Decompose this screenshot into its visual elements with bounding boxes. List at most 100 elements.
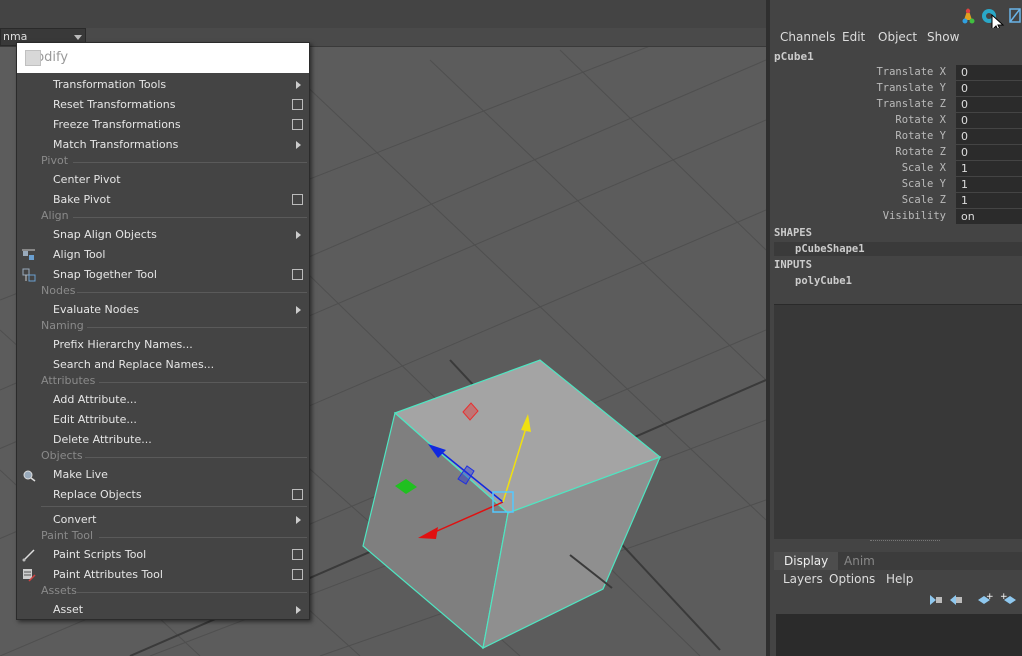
menu-item-label: Delete Attribute... (53, 433, 152, 446)
menu-item-label: Align Tool (53, 248, 106, 261)
tab-display[interactable]: Display (774, 552, 839, 570)
menu-item-align-tool[interactable]: Align Tool (17, 245, 309, 265)
input-name[interactable]: polyCube1 (795, 275, 852, 287)
menu-item-freeze-transformations[interactable]: Freeze Transformations (17, 115, 309, 135)
menu-options[interactable]: Options (829, 572, 875, 586)
menu-item-label: Snap Together Tool (53, 268, 157, 281)
menu-item-asset[interactable]: Asset (17, 600, 309, 620)
make-live-icon (23, 470, 36, 482)
menu-layers[interactable]: Layers (783, 572, 823, 586)
shape-name[interactable]: pCubeShape1 (795, 243, 865, 255)
section-label: Paint Tool (41, 529, 94, 542)
option-box-icon[interactable] (292, 269, 303, 280)
menu-item-make-live[interactable]: Make Live (17, 465, 309, 485)
attr-value[interactable]: 0 (956, 129, 1022, 144)
submenu-arrow-icon (296, 606, 301, 614)
menu-show[interactable]: Show (927, 30, 959, 44)
tear-off-icon[interactable] (25, 50, 41, 66)
attr-value[interactable]: on (956, 209, 1022, 224)
menu-item-search-replace-names[interactable]: Search and Replace Names... (17, 355, 309, 375)
menu-item-match-transformations[interactable]: Match Transformations (17, 135, 309, 155)
menu-item-delete-attribute[interactable]: Delete Attribute... (17, 430, 309, 450)
attr-scale-z[interactable]: Scale Z 1 (770, 193, 1022, 209)
attr-label: Scale X (901, 162, 946, 174)
menu-item-prefix-hierarchy-names[interactable]: Prefix Hierarchy Names... (17, 335, 309, 355)
menu-item-label: Match Transformations (53, 138, 179, 151)
channel-box-icon[interactable] (1009, 8, 1021, 23)
menu-item-evaluate-nodes[interactable]: Evaluate Nodes (17, 300, 309, 320)
menu-channels[interactable]: Channels (780, 30, 836, 44)
attr-visibility[interactable]: Visibility on (770, 209, 1022, 225)
attr-value[interactable]: 1 (956, 177, 1022, 192)
attr-translate-x[interactable]: Translate X 0 (770, 65, 1022, 81)
inputs-header: INPUTS (774, 259, 812, 271)
new-empty-layer-icon[interactable]: + (978, 592, 994, 604)
attr-translate-z[interactable]: Translate Z 0 (770, 97, 1022, 113)
submenu-arrow-icon (296, 81, 301, 89)
attr-value[interactable]: 1 (956, 193, 1022, 208)
option-box-icon[interactable] (292, 489, 303, 500)
submenu-arrow-icon (296, 516, 301, 524)
attr-rotate-z[interactable]: Rotate Z 0 (770, 145, 1022, 161)
section-assets: Assets (41, 584, 309, 599)
menu-item-replace-objects[interactable]: Replace Objects (17, 485, 309, 505)
attr-value[interactable]: 1 (956, 161, 1022, 176)
option-box-icon[interactable] (292, 549, 303, 560)
modify-menu: Modify Transformation Tools Reset Transf… (16, 42, 310, 620)
move-layer-down-icon[interactable] (950, 595, 962, 605)
menu-item-paint-scripts-tool[interactable]: Paint Scripts Tool (17, 545, 309, 565)
menu-object[interactable]: Object (878, 30, 917, 44)
object-name[interactable]: pCube1 (774, 50, 814, 63)
menu-item-add-attribute[interactable]: Add Attribute... (17, 390, 309, 410)
attr-scale-y[interactable]: Scale Y 1 (770, 177, 1022, 193)
option-box-icon[interactable] (292, 99, 303, 110)
section-divider (87, 327, 307, 328)
chevron-down-icon (74, 35, 82, 40)
attr-scale-x[interactable]: Scale X 1 (770, 161, 1022, 177)
menu-item-label: Freeze Transformations (53, 118, 181, 131)
menu-item-label: Asset (53, 603, 84, 616)
attr-rotate-y[interactable]: Rotate Y 0 (770, 129, 1022, 145)
attr-rotate-x[interactable]: Rotate X 0 (770, 113, 1022, 129)
menu-item-label: Convert (53, 513, 97, 526)
option-box-icon[interactable] (292, 119, 303, 130)
menu-item-edit-attribute[interactable]: Edit Attribute... (17, 410, 309, 430)
attr-value[interactable]: 0 (956, 145, 1022, 160)
submenu-arrow-icon (296, 231, 301, 239)
layer-list[interactable] (776, 614, 1022, 656)
tab-anim[interactable]: Anim (834, 552, 885, 570)
menu-item-label: Prefix Hierarchy Names... (53, 338, 193, 351)
menu-item-label: Reset Transformations (53, 98, 176, 111)
menu-help[interactable]: Help (886, 572, 913, 586)
menu-item-label: Replace Objects (53, 488, 142, 501)
option-box-icon[interactable] (292, 194, 303, 205)
menu-item-paint-attributes-tool[interactable]: Paint Attributes Tool (17, 565, 309, 585)
menu-item-snap-align-objects[interactable]: Snap Align Objects (17, 225, 309, 245)
attr-label: Scale Y (901, 178, 946, 190)
attribute-editor-icon[interactable] (962, 8, 975, 24)
section-label: Naming (41, 319, 84, 332)
option-box-icon[interactable] (292, 569, 303, 580)
svg-text:+: + (1000, 592, 1008, 602)
menu-item-transformation-tools[interactable]: Transformation Tools (17, 75, 309, 95)
section-divider (77, 592, 307, 593)
menu-item-reset-transformations[interactable]: Reset Transformations (17, 95, 309, 115)
move-layer-up-icon[interactable] (930, 595, 942, 605)
resize-grip[interactable] (870, 540, 940, 543)
menu-item-bake-pivot[interactable]: Bake Pivot (17, 190, 309, 210)
new-layer-selected-icon[interactable]: + (1000, 592, 1016, 604)
section-divider (73, 162, 307, 163)
menu-item-center-pivot[interactable]: Center Pivot (17, 170, 309, 190)
layer-editor-tabs: Display Anim (774, 552, 1022, 570)
attr-value[interactable]: 0 (956, 65, 1022, 80)
attr-value[interactable]: 0 (956, 81, 1022, 96)
section-nodes: Nodes (41, 284, 309, 299)
attr-value[interactable]: 0 (956, 97, 1022, 112)
menu-edit[interactable]: Edit (842, 30, 865, 44)
section-naming: Naming (41, 319, 309, 334)
attr-value[interactable]: 0 (956, 113, 1022, 128)
menu-separator (41, 506, 307, 507)
menu-item-snap-together-tool[interactable]: Snap Together Tool (17, 265, 309, 285)
menu-item-convert[interactable]: Convert (17, 510, 309, 530)
attr-translate-y[interactable]: Translate Y 0 (770, 81, 1022, 97)
